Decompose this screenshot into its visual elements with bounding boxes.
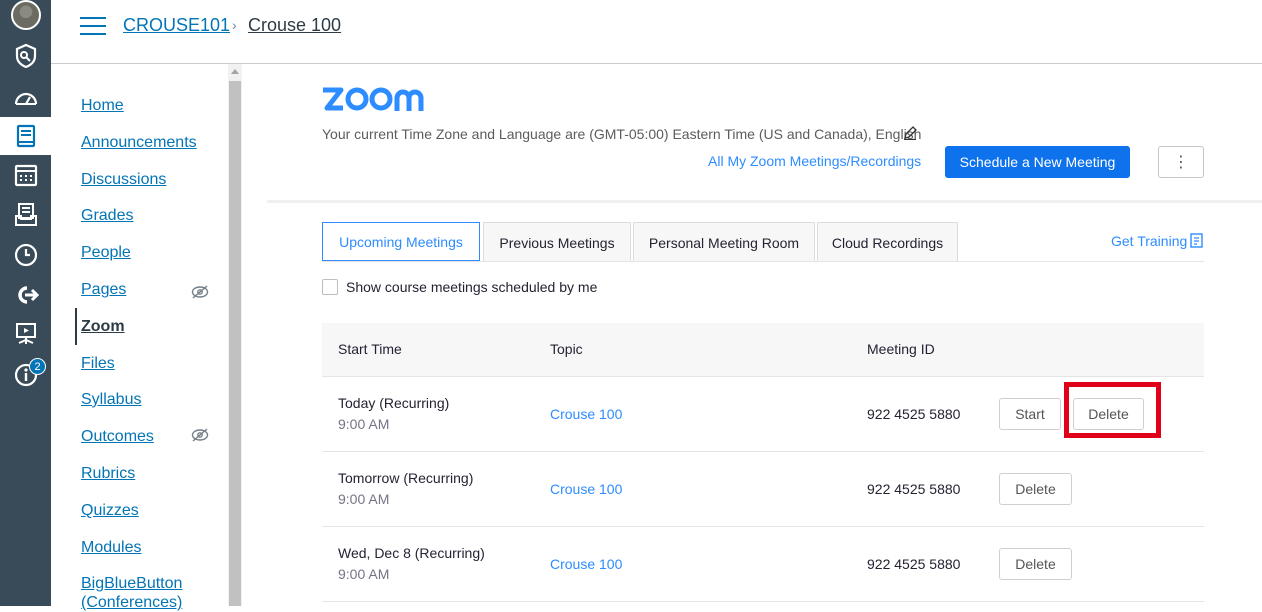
meetings-table-header: Start Time Topic Meeting ID: [322, 323, 1204, 377]
course-nav-home[interactable]: Home: [81, 97, 124, 115]
meeting-day: Wed, Dec 8 (Recurring): [338, 545, 485, 561]
account-avatar[interactable]: [0, 0, 51, 34]
column-start-time: Start Time: [338, 341, 402, 357]
course-nav-pages[interactable]: Pages: [81, 281, 126, 299]
breadcrumb-separator-icon: ›: [232, 17, 237, 33]
get-training-link[interactable]: Get Training: [1111, 233, 1187, 249]
help-badge: 2: [29, 358, 46, 375]
column-meeting-id: Meeting ID: [867, 341, 935, 357]
courses-icon[interactable]: [0, 117, 51, 155]
hidden-eye-icon: [191, 428, 209, 442]
show-my-meetings-checkbox[interactable]: [322, 279, 338, 295]
global-nav: 2: [0, 0, 51, 606]
tab-personal-meeting-room[interactable]: Personal Meeting Room: [633, 222, 815, 262]
section-divider: [267, 200, 1262, 203]
zoom-app: Your current Time Zone and Language are …: [242, 64, 1262, 606]
course-nav-scrollbar[interactable]: [228, 64, 242, 606]
meeting-day: Today (Recurring): [338, 395, 450, 411]
course-nav-conferences[interactable]: (Conferences): [81, 594, 182, 612]
all-meetings-link[interactable]: All My Zoom Meetings/Recordings: [708, 153, 921, 169]
meeting-id: 922 4525 5880: [867, 556, 961, 572]
active-nav-indicator: [75, 308, 77, 345]
course-nav-syllabus[interactable]: Syllabus: [81, 391, 141, 409]
training-book-icon[interactable]: [1190, 233, 1203, 248]
delete-button[interactable]: Delete: [999, 473, 1072, 505]
meeting-id: 922 4525 5880: [867, 406, 961, 422]
hidden-eye-icon: [191, 285, 209, 299]
table-row: Tomorrow (Recurring) 9:00 AM Crouse 100 …: [322, 452, 1204, 527]
scroll-up-icon[interactable]: [231, 69, 239, 74]
more-options-button[interactable]: ⋮: [1158, 146, 1204, 178]
scrollbar-thumb[interactable]: [229, 81, 241, 606]
calendar-icon[interactable]: [0, 156, 51, 194]
meeting-time: 9:00 AM: [338, 566, 390, 582]
admin-shield-icon[interactable]: [0, 37, 51, 75]
meeting-topic-link[interactable]: Crouse 100: [550, 406, 622, 422]
course-nav-rubrics[interactable]: Rubrics: [81, 465, 135, 483]
edit-pencil-icon[interactable]: [903, 126, 917, 140]
tab-upcoming-meetings[interactable]: Upcoming Meetings: [322, 222, 480, 261]
course-nav-discussions[interactable]: Discussions: [81, 171, 166, 189]
course-nav-zoom[interactable]: Zoom: [81, 318, 125, 336]
meeting-time: 9:00 AM: [338, 491, 390, 507]
course-nav-bigbluebutton[interactable]: BigBlueButton: [81, 575, 182, 593]
show-my-meetings-label: Show course meetings scheduled by me: [346, 279, 598, 295]
course-nav-people[interactable]: People: [81, 244, 131, 262]
tab-cloud-recordings[interactable]: Cloud Recordings: [817, 222, 958, 262]
meeting-time: 9:00 AM: [338, 416, 390, 432]
hamburger-menu-icon[interactable]: [80, 17, 106, 37]
highlight-box: [1064, 382, 1161, 438]
column-topic: Topic: [550, 341, 583, 357]
timezone-text: Your current Time Zone and Language are …: [322, 126, 922, 142]
page-header: CROUSE101 › Crouse 100: [51, 0, 1262, 64]
course-nav-modules[interactable]: Modules: [81, 539, 141, 557]
inbox-icon[interactable]: [0, 196, 51, 234]
course-nav-quizzes[interactable]: Quizzes: [81, 502, 139, 520]
delete-button[interactable]: Delete: [999, 548, 1072, 580]
schedule-meeting-button[interactable]: Schedule a New Meeting: [945, 146, 1130, 178]
table-row: Wed, Dec 8 (Recurring) 9:00 AM Crouse 10…: [322, 527, 1204, 602]
commons-icon[interactable]: [0, 276, 51, 314]
course-nav-announcements[interactable]: Announcements: [81, 134, 197, 152]
studio-icon[interactable]: [0, 315, 51, 353]
course-nav: Home Announcements Discussions Grades Pe…: [75, 64, 228, 611]
tab-underline: [322, 261, 1204, 262]
meeting-topic-link[interactable]: Crouse 100: [550, 556, 622, 572]
tab-previous-meetings[interactable]: Previous Meetings: [483, 222, 631, 262]
history-icon[interactable]: [0, 236, 51, 274]
course-nav-outcomes[interactable]: Outcomes: [81, 428, 154, 446]
breadcrumb-current-page[interactable]: Crouse 100: [248, 15, 341, 36]
start-button[interactable]: Start: [999, 398, 1061, 430]
dashboard-icon[interactable]: [0, 79, 51, 117]
zoom-logo: [323, 87, 424, 111]
course-nav-grades[interactable]: Grades: [81, 207, 133, 225]
breadcrumb-course-link[interactable]: CROUSE101: [123, 15, 230, 36]
meeting-topic-link[interactable]: Crouse 100: [550, 481, 622, 497]
meeting-id: 922 4525 5880: [867, 481, 961, 497]
meeting-day: Tomorrow (Recurring): [338, 470, 474, 486]
course-nav-files[interactable]: Files: [81, 355, 115, 373]
